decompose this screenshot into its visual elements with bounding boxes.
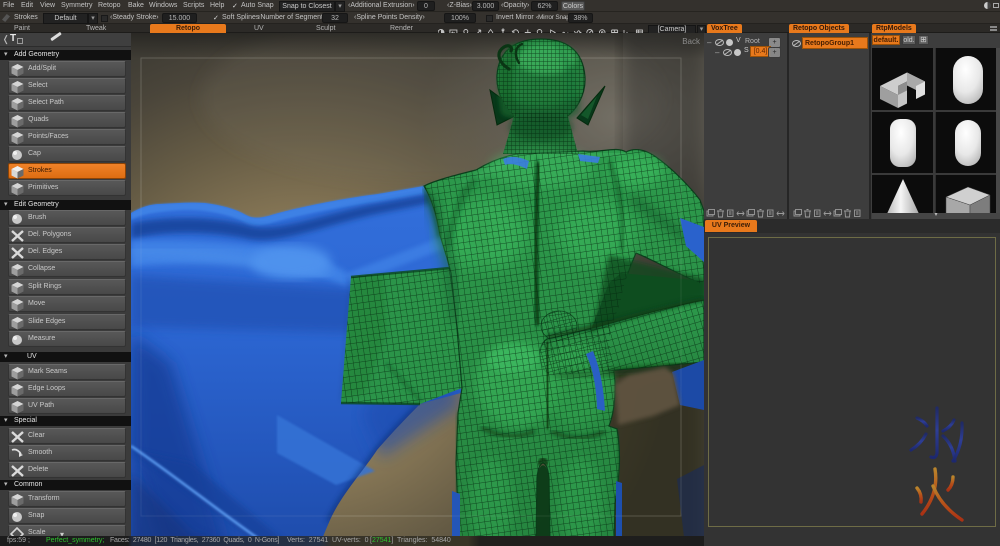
- svg-text:Back: Back: [682, 37, 701, 46]
